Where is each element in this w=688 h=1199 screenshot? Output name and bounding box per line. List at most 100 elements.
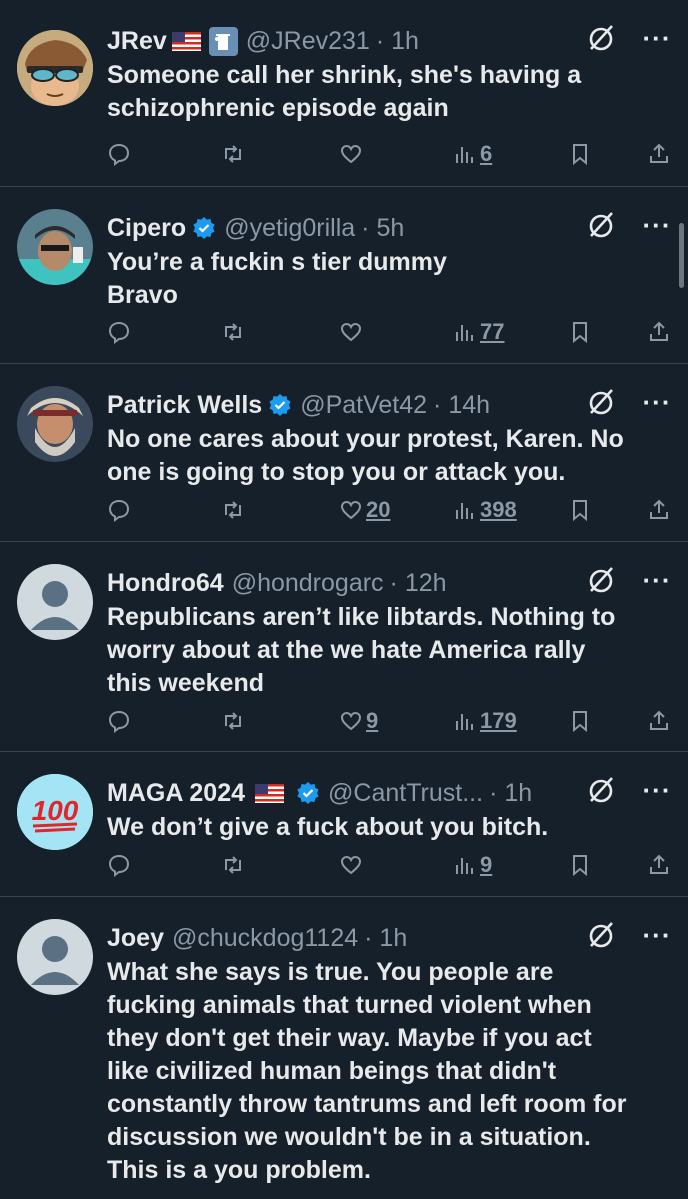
user-handle[interactable]: @yetig0rilla xyxy=(224,211,355,245)
reply-text-line: discussion we wouldn't be in a situation… xyxy=(107,1123,591,1151)
reply-button[interactable] xyxy=(107,495,131,525)
like-button[interactable]: 9 xyxy=(339,706,378,736)
retweet-button[interactable] xyxy=(221,495,245,525)
retweet-button[interactable] xyxy=(221,317,245,347)
reply-text-line: they don't get their way. Maybe if you a… xyxy=(107,1024,592,1052)
display-name[interactable]: JRev xyxy=(107,24,167,58)
avatar[interactable] xyxy=(17,386,93,462)
reply-text-line: This is a you problem. xyxy=(107,1156,371,1184)
reply-top-actions: ··· xyxy=(586,22,672,54)
timestamp[interactable]: · 5h xyxy=(361,211,404,245)
display-name[interactable]: MAGA 2024 xyxy=(107,776,245,810)
timestamp[interactable]: · 1h xyxy=(364,921,407,955)
share-button[interactable] xyxy=(647,495,671,525)
display-name[interactable]: Joey xyxy=(107,921,164,955)
bookmark-button[interactable] xyxy=(568,139,592,169)
reply-button[interactable] xyxy=(107,139,131,169)
views-button[interactable]: 398 xyxy=(453,495,517,525)
bookmark-button[interactable] xyxy=(568,317,592,347)
views-chart-icon xyxy=(456,503,473,519)
share-button[interactable] xyxy=(647,139,671,169)
like-button[interactable] xyxy=(339,850,366,880)
share-button[interactable] xyxy=(647,317,671,347)
grok-icon[interactable] xyxy=(586,22,618,54)
retweet-icon xyxy=(225,145,241,163)
display-name[interactable]: Cipero xyxy=(107,211,186,245)
share-icon xyxy=(650,143,668,163)
reply-header: MAGA 2024 @CantTrust... · 1h xyxy=(107,776,577,810)
reply-card[interactable]: JRev @JRev231 · 1h ··· Someone call her … xyxy=(0,0,688,187)
retweet-button[interactable] xyxy=(221,139,245,169)
grok-icon[interactable] xyxy=(586,919,618,951)
reply-card[interactable]: Joey @chuckdog1124 · 1h ··· What she say… xyxy=(0,897,688,1199)
display-name[interactable]: Hondro64 xyxy=(107,566,224,600)
timestamp[interactable]: · 12h xyxy=(390,566,447,600)
views-button[interactable]: 9 xyxy=(453,850,492,880)
us-flag-icon xyxy=(255,783,285,803)
scrollbar[interactable] xyxy=(679,223,684,288)
view-count: 77 xyxy=(480,319,505,344)
user-handle[interactable]: @PatVet42 xyxy=(300,388,427,422)
grok-icon[interactable] xyxy=(586,209,618,241)
more-options-icon[interactable]: ··· xyxy=(642,920,672,950)
bookmark-button[interactable] xyxy=(568,850,592,880)
default-avatar xyxy=(17,919,93,995)
timestamp[interactable]: · 14h xyxy=(433,388,490,422)
bookmark-button[interactable] xyxy=(568,706,592,736)
more-options-icon[interactable]: ··· xyxy=(642,387,672,417)
like-button[interactable]: 20 xyxy=(339,495,390,525)
grok-icon[interactable] xyxy=(586,386,618,418)
user-handle[interactable]: @JRev231 xyxy=(246,24,370,58)
share-icon xyxy=(650,321,668,341)
like-button[interactable] xyxy=(339,139,366,169)
like-count: 9 xyxy=(366,708,379,733)
user-handle[interactable]: @hondrogarc xyxy=(232,566,384,600)
like-button[interactable] xyxy=(339,317,366,347)
retweet-button[interactable] xyxy=(221,706,245,736)
timestamp[interactable]: · 1h xyxy=(489,776,532,810)
bookmark-button[interactable] xyxy=(568,495,592,525)
avatar[interactable] xyxy=(17,30,93,106)
replies-timeline: JRev @JRev231 · 1h ··· Someone call her … xyxy=(0,0,688,1199)
more-options-icon[interactable]: ··· xyxy=(642,210,672,240)
more-options-icon[interactable]: ··· xyxy=(642,23,672,53)
more-options-icon[interactable]: ··· xyxy=(642,565,672,595)
timestamp[interactable]: · 1h xyxy=(376,24,419,58)
heart-icon xyxy=(340,855,362,875)
reply-top-actions: ··· xyxy=(586,386,672,418)
reply-text: No one cares about your protest, Karen. … xyxy=(107,423,667,489)
hundred-emoji-avatar: 100 xyxy=(17,774,93,850)
reply-button[interactable] xyxy=(107,850,131,880)
views-button[interactable]: 77 xyxy=(453,317,504,347)
avatar[interactable] xyxy=(17,564,93,640)
user-handle[interactable]: @CantTrust... xyxy=(328,776,483,810)
user-handle[interactable]: @chuckdog1124 xyxy=(172,921,358,955)
avatar[interactable] xyxy=(17,919,93,995)
reply-header: Joey @chuckdog1124 · 1h xyxy=(107,921,577,955)
reply-text-line: constantly throw tantrums and left room … xyxy=(107,1090,627,1118)
reply-button[interactable] xyxy=(107,706,131,736)
views-button[interactable]: 6 xyxy=(453,139,492,169)
retweet-button[interactable] xyxy=(221,850,245,880)
reply-card[interactable]: Cipero @yetig0rilla · 5h ··· You’re a fu… xyxy=(0,187,688,364)
share-button[interactable] xyxy=(647,706,671,736)
grok-icon[interactable] xyxy=(586,774,618,806)
retweet-icon xyxy=(225,323,241,341)
reply-card[interactable]: 100 MAGA 2024 @CantTrust... · 1h ··· We … xyxy=(0,752,688,897)
reply-text-line: worry about at the we hate America rally xyxy=(107,636,586,664)
share-button[interactable] xyxy=(647,850,671,880)
display-name[interactable]: Patrick Wells xyxy=(107,388,262,422)
reply-button[interactable] xyxy=(107,317,131,347)
reply-card[interactable]: Patrick Wells @PatVet42 · 14h ··· No one… xyxy=(0,364,688,542)
reply-card[interactable]: Hondro64 @hondrogarc · 12h ··· Republica… xyxy=(0,542,688,752)
more-options-icon[interactable]: ··· xyxy=(642,775,672,805)
reply-icon xyxy=(108,710,130,733)
photo-avatar-cap xyxy=(17,209,93,285)
reply-text-line: schizophrenic episode again xyxy=(107,94,449,122)
reply-header: Patrick Wells @PatVet42 · 14h xyxy=(107,388,577,422)
views-button[interactable]: 179 xyxy=(453,706,517,736)
grok-icon[interactable] xyxy=(586,564,618,596)
avatar[interactable]: 100 xyxy=(17,774,93,850)
cartoon-glasses-avatar xyxy=(17,30,93,106)
avatar[interactable] xyxy=(17,209,93,285)
